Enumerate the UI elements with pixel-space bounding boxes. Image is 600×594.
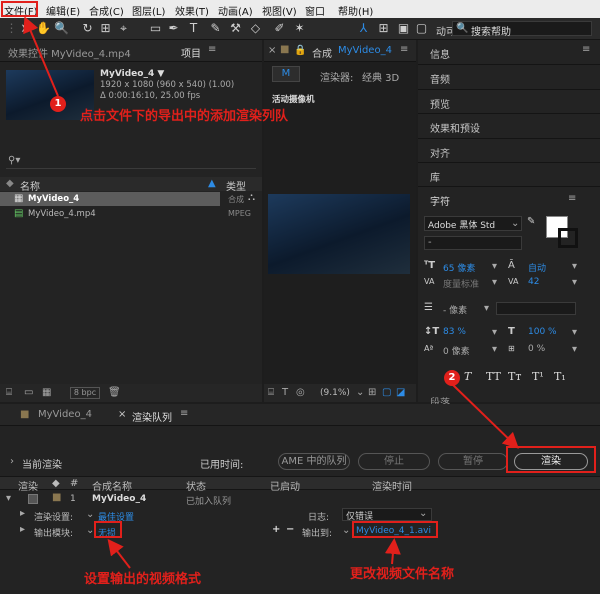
arrow-to-output-module [107,538,131,569]
annotation-arrows [23,16,519,569]
arrow-to-file-menu [23,16,59,97]
annotation-text-1: 点击文件下的导出中的添加渲染列队 [80,109,289,124]
step-badge-2: 2 [444,370,460,386]
annotation-text-3: 更改视频文件名称 [350,567,455,582]
arrow-to-render-button [451,383,519,449]
step-badge-1: 1 [50,96,66,112]
arrow-to-output-file [384,538,401,565]
annotation-text-2: 设置输出的视频格式 [84,572,202,587]
